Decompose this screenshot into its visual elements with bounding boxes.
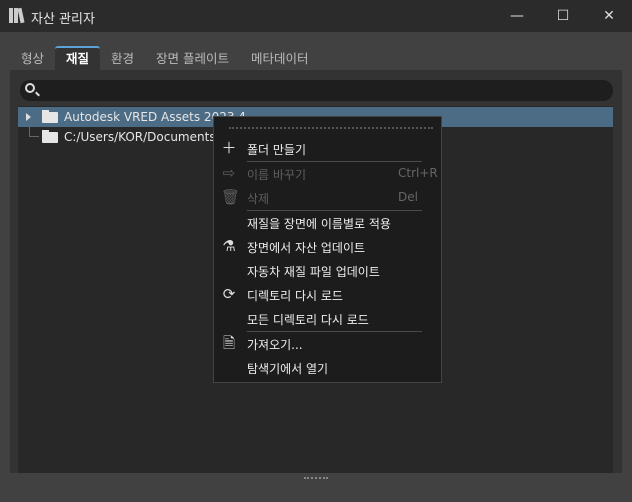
menu-item-reload-directory[interactable]: ⟳ 디렉토리 다시 로드: [214, 282, 441, 306]
tab-bar: 형상 재질 환경 장면 플레이트 메타데이터: [10, 46, 320, 71]
menu-shortcut: Del: [398, 190, 418, 204]
menu-item-update-car-materials[interactable]: 자동차 재질 파일 업데이트: [214, 258, 441, 282]
search-input[interactable]: [20, 80, 613, 101]
menu-label: 가져오기...: [247, 338, 303, 352]
tree-row-label: C:/Users/KOR/Documents/A: [64, 130, 228, 144]
menu-shortcut: Ctrl+R: [398, 166, 438, 180]
tab-scene-plates[interactable]: 장면 플레이트: [145, 46, 240, 71]
menu-item-rename[interactable]: ⇨ 이름 바꾸기 Ctrl+R: [214, 161, 441, 185]
trash-icon: 🗑: [221, 188, 241, 206]
menu-item-apply-by-name[interactable]: 재질을 장면에 이름별로 적용: [214, 210, 441, 234]
reload-icon: ⟳: [222, 285, 236, 303]
search-icon: [25, 83, 35, 93]
menu-item-delete[interactable]: 🗑 삭제 Del: [214, 185, 441, 209]
minimize-button[interactable]: —: [494, 0, 540, 32]
tab-geometry[interactable]: 형상: [10, 46, 55, 71]
menu-item-open-in-explorer[interactable]: 탐색기에서 열기: [214, 355, 441, 379]
menu-label: 이름 바꾸기: [247, 168, 307, 182]
menu-item-import[interactable]: 🗎 가져오기...: [214, 331, 441, 355]
window-title: 자산 관리자: [31, 12, 95, 27]
import-icon: 🗎: [222, 334, 236, 352]
menu-label: 삭제: [247, 192, 270, 206]
menu-label: 자동차 재질 파일 업데이트: [247, 265, 380, 279]
update-assets-icon: ⚗: [222, 237, 236, 255]
menu-label: 재질을 장면에 이름별로 적용: [247, 217, 391, 231]
menu-item-create-folder[interactable]: ＋ 폴더 만들기: [214, 136, 441, 160]
asset-manager-icon: [9, 7, 25, 24]
menu-label: 모든 디렉토리 다시 로드: [247, 313, 369, 327]
tab-materials[interactable]: 재질: [55, 46, 101, 71]
rename-icon: ⇨: [222, 164, 236, 182]
tree-branch-line: [29, 121, 39, 137]
menu-label: 디렉토리 다시 로드: [247, 289, 343, 303]
context-menu: ＋ 폴더 만들기 ⇨ 이름 바꾸기 Ctrl+R 🗑 삭제 Del 재질을 장면에 이름별…: [213, 116, 442, 383]
expand-arrow-icon[interactable]: [26, 113, 31, 121]
plus-icon: ＋: [221, 139, 237, 157]
resize-grip[interactable]: [304, 477, 328, 479]
folder-icon: [42, 109, 58, 123]
close-button[interactable]: ✕: [586, 0, 632, 32]
menu-label: 장면에서 자산 업데이트: [247, 241, 366, 255]
menu-item-reload-all[interactable]: 모든 디렉토리 다시 로드: [214, 306, 441, 330]
maximize-button[interactable]: ☐: [540, 0, 586, 32]
tear-off-handle[interactable]: [229, 127, 433, 129]
tab-environment[interactable]: 환경: [100, 46, 145, 71]
menu-label: 폴더 만들기: [247, 143, 307, 157]
menu-item-update-assets[interactable]: ⚗ 장면에서 자산 업데이트: [214, 234, 441, 258]
tab-metadata[interactable]: 메타데이터: [240, 46, 320, 71]
folder-icon: [42, 129, 58, 143]
menu-label: 탐색기에서 열기: [247, 362, 329, 376]
title-bar: 자산 관리자 — ☐ ✕: [0, 0, 632, 32]
